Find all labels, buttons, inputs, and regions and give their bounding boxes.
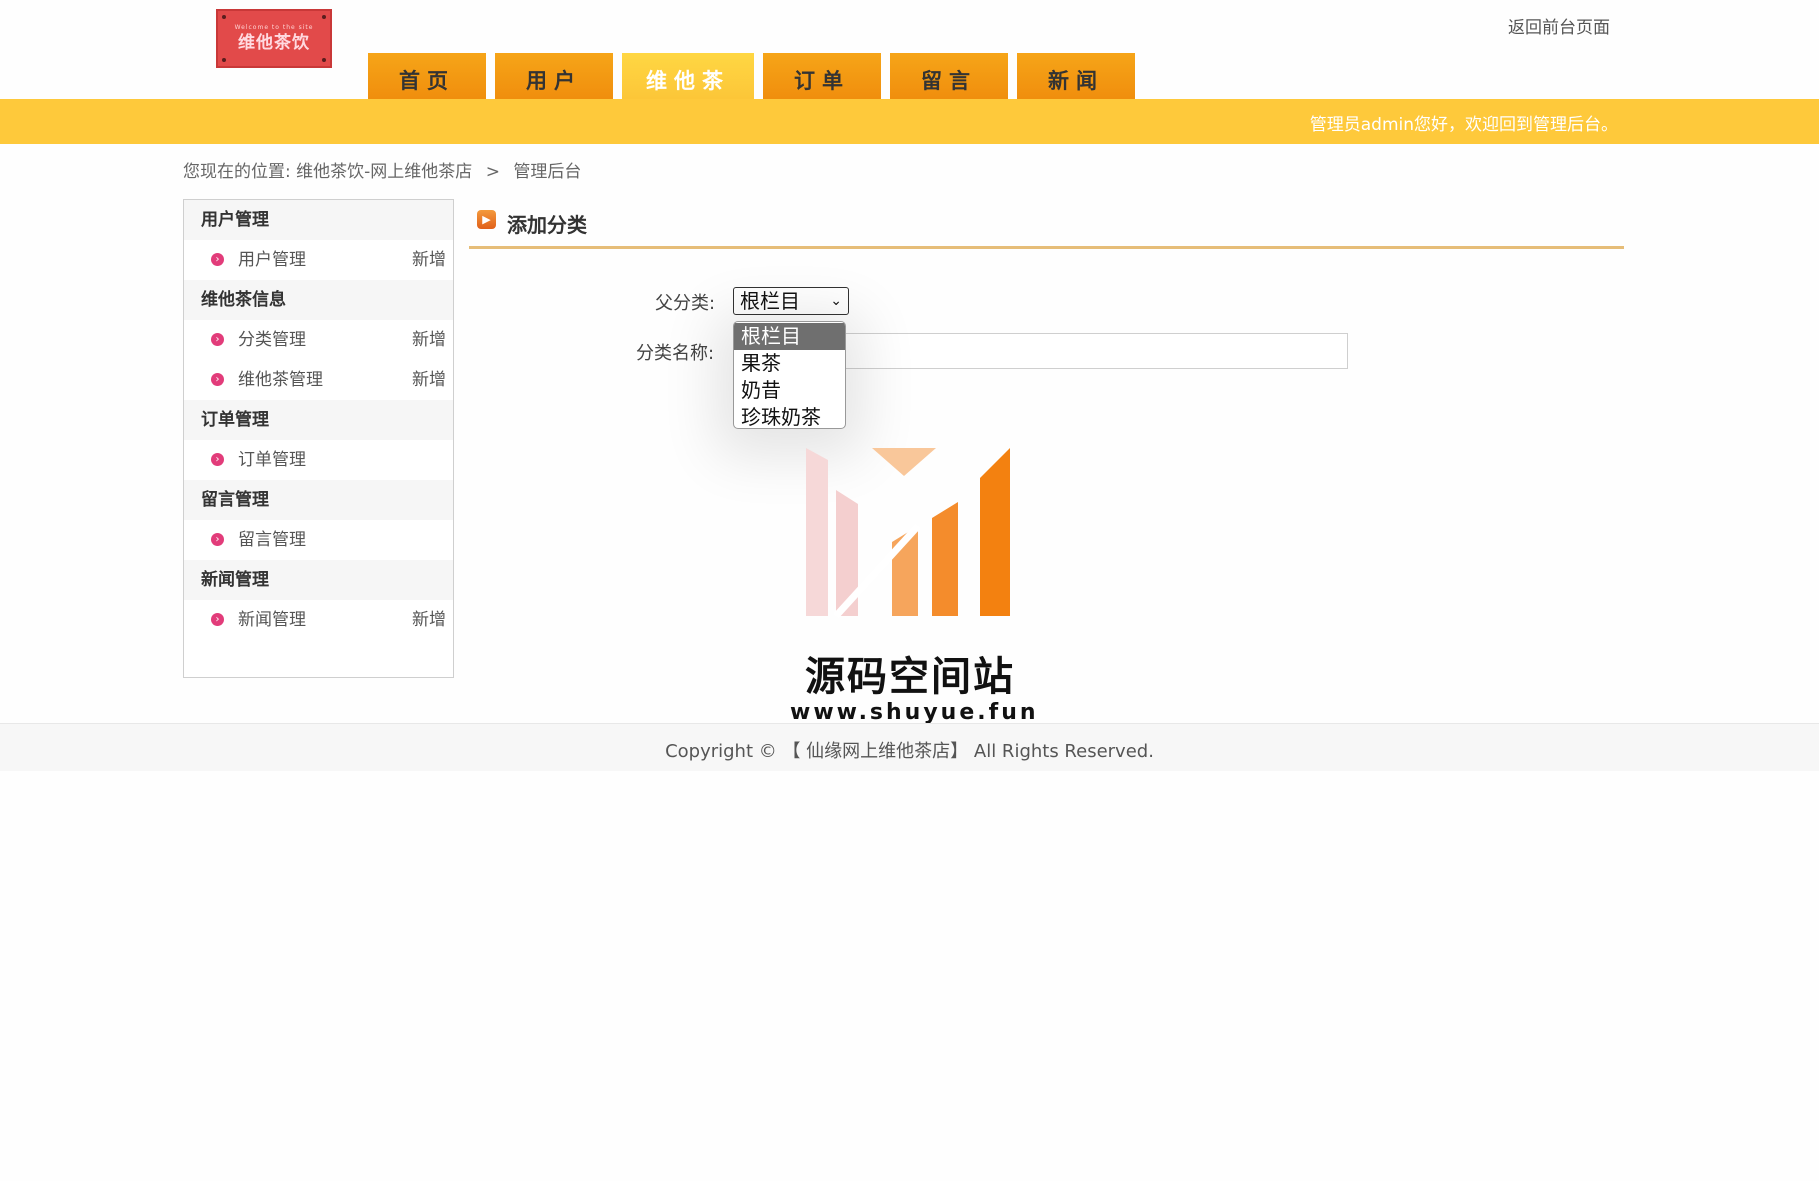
nav-tab-messages[interactable]: 留言 bbox=[890, 53, 1008, 99]
sidebar-item-label[interactable]: 订单管理 bbox=[238, 440, 306, 480]
nav-tab-vita-tea[interactable]: 维他茶 bbox=[622, 53, 754, 99]
nav-tab-home[interactable]: 首页 bbox=[368, 53, 486, 99]
watermark-url: www.shuyue.fun bbox=[790, 700, 1039, 725]
watermark-bar bbox=[980, 448, 1010, 616]
orange-arrow-icon: ▶ bbox=[477, 210, 496, 229]
sidebar-item-label[interactable]: 新闻管理 bbox=[238, 600, 306, 640]
category-name-input[interactable] bbox=[840, 333, 1348, 369]
category-name-label: 分类名称: bbox=[636, 343, 715, 364]
parent-category-select[interactable]: 根栏目 ⌄ bbox=[733, 287, 849, 315]
sidebar-item-message-management: › 留言管理 bbox=[184, 520, 453, 560]
nav-tab-news[interactable]: 新闻 bbox=[1017, 53, 1135, 99]
sidebar-add-link[interactable]: 新增 bbox=[412, 600, 446, 640]
welcome-text: 管理员admin您好，欢迎回到管理后台。 bbox=[1309, 115, 1618, 135]
sidebar-item-news-management: › 新闻管理 新增 bbox=[184, 600, 453, 640]
sidebar-item-category-management: › 分类管理 新增 bbox=[184, 320, 453, 360]
copyright-text: Copyright © 【 仙缘网上维他茶店】 All Rights Reser… bbox=[665, 741, 1154, 762]
logo-corner-dot bbox=[322, 58, 326, 62]
sidebar-item-user-management: › 用户管理 新增 bbox=[184, 240, 453, 280]
footer: Copyright © 【 仙缘网上维他茶店】 All Rights Reser… bbox=[0, 723, 1819, 771]
parent-category-selected: 根栏目 bbox=[740, 289, 800, 313]
breadcrumb-site[interactable]: 维他茶饮-网上维他茶店 bbox=[296, 162, 472, 182]
sidebar-add-link[interactable]: 新增 bbox=[412, 240, 446, 280]
welcome-bar: 管理员admin您好，欢迎回到管理后台。 bbox=[0, 99, 1819, 144]
watermark-bar bbox=[806, 448, 828, 616]
nav-tab-orders[interactable]: 订单 bbox=[763, 53, 881, 99]
breadcrumb-prefix: 您现在的位置: bbox=[183, 162, 291, 182]
sidebar-item-label[interactable]: 分类管理 bbox=[238, 320, 306, 360]
sidebar-section-title: 订单管理 bbox=[184, 400, 453, 440]
watermark-triangle bbox=[872, 448, 936, 476]
parent-category-label: 父分类: bbox=[655, 293, 716, 314]
nav-tab-users[interactable]: 用户 bbox=[495, 53, 613, 99]
sidebar-add-link[interactable]: 新增 bbox=[412, 320, 446, 360]
pink-chevron-icon: › bbox=[211, 613, 224, 626]
pink-chevron-icon: › bbox=[211, 533, 224, 546]
logo-corner-dot bbox=[222, 58, 226, 62]
dropdown-option-fruit-tea[interactable]: 果茶 bbox=[734, 350, 845, 377]
parent-category-dropdown: 根栏目 果茶 奶昔 珍珠奶茶 bbox=[733, 321, 846, 429]
pink-chevron-icon: › bbox=[211, 333, 224, 346]
breadcrumb: 您现在的位置: 维他茶饮-网上维他茶店 > 管理后台 bbox=[183, 157, 581, 182]
sidebar-item-label[interactable]: 维他茶管理 bbox=[238, 360, 323, 400]
panel-title: 添加分类 bbox=[507, 213, 587, 237]
logo-corner-dot bbox=[322, 15, 326, 19]
panel-header: ▶ 添加分类 bbox=[469, 208, 1624, 249]
sidebar-item-order-management: › 订单管理 bbox=[184, 440, 453, 480]
watermark-logo bbox=[806, 448, 1010, 618]
breadcrumb-current: 管理后台 bbox=[513, 162, 582, 182]
sidebar-section-title: 留言管理 bbox=[184, 480, 453, 520]
chevron-down-icon: ⌄ bbox=[830, 293, 842, 309]
pink-chevron-icon: › bbox=[211, 373, 224, 386]
dropdown-option-bubble-tea[interactable]: 珍珠奶茶 bbox=[734, 404, 845, 428]
dropdown-option-root[interactable]: 根栏目 bbox=[734, 323, 845, 350]
watermark-title: 源码空间站 bbox=[805, 654, 1015, 700]
sidebar: 用户管理 › 用户管理 新增 维他茶信息 › 分类管理 新增 › 维他茶管理 新… bbox=[183, 199, 454, 678]
logo-text: 维他茶饮 bbox=[238, 32, 310, 53]
breadcrumb-separator: > bbox=[485, 162, 500, 182]
main-nav: 首页 用户 维他茶 订单 留言 新闻 bbox=[368, 53, 1135, 99]
pink-chevron-icon: › bbox=[211, 453, 224, 466]
sidebar-section-title: 新闻管理 bbox=[184, 560, 453, 600]
dropdown-option-milkshake[interactable]: 奶昔 bbox=[734, 377, 845, 404]
sidebar-item-vita-tea-management: › 维他茶管理 新增 bbox=[184, 360, 453, 400]
sidebar-section-title: 维他茶信息 bbox=[184, 280, 453, 320]
site-logo[interactable]: Welcome to the site 维他茶饮 bbox=[216, 9, 332, 68]
sidebar-item-label[interactable]: 留言管理 bbox=[238, 520, 306, 560]
logo-subtitle: Welcome to the site bbox=[234, 23, 314, 31]
watermark-bar bbox=[932, 502, 958, 616]
back-to-frontend-link[interactable]: 返回前台页面 bbox=[1508, 13, 1610, 38]
pink-chevron-icon: › bbox=[211, 253, 224, 266]
sidebar-section-title: 用户管理 bbox=[184, 200, 453, 240]
sidebar-item-label[interactable]: 用户管理 bbox=[238, 240, 306, 280]
logo-corner-dot bbox=[222, 15, 226, 19]
sidebar-add-link[interactable]: 新增 bbox=[412, 360, 446, 400]
